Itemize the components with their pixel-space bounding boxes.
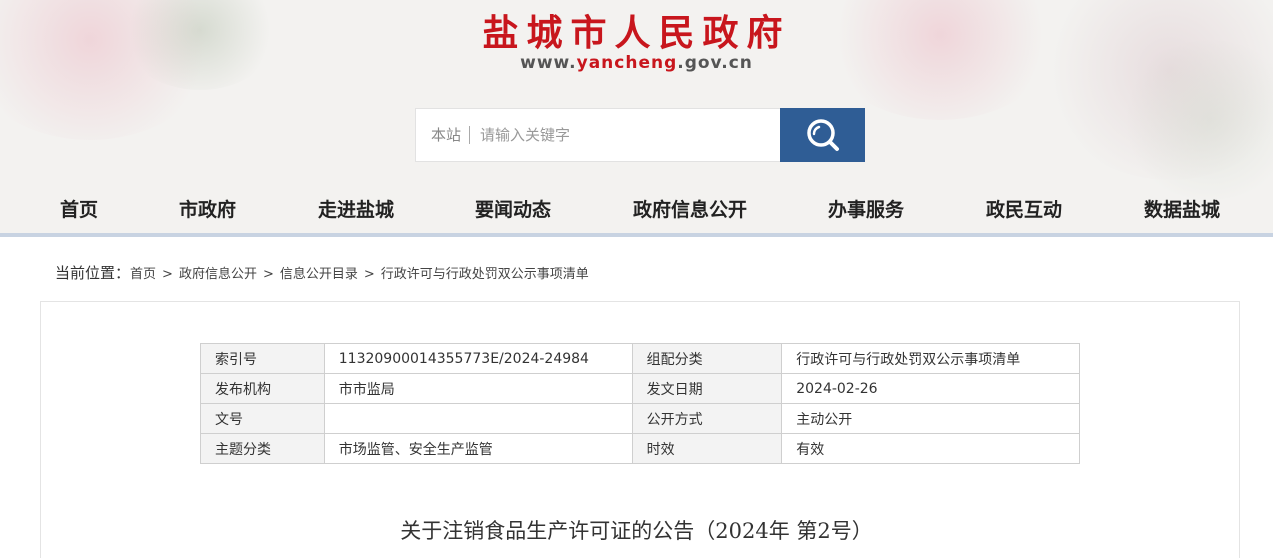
- breadcrumb-item[interactable]: 政府信息公开: [179, 267, 257, 282]
- breadcrumb: 当前位置：首页 > 政府信息公开 > 信息公开目录 > 行政许可与行政处罚双公示事项清单: [55, 262, 589, 283]
- main-nav: 首页 市政府 走进盐城 要闻动态 政府信息公开 办事服务 政民互动 数据盐城: [0, 183, 1273, 233]
- table-row: 主题分类 市场监管、安全生产监管 时效 有效: [200, 433, 1080, 464]
- breadcrumb-item[interactable]: 首页: [130, 267, 156, 282]
- breadcrumb-separator: >: [262, 267, 274, 282]
- meta-key: 发布机构: [200, 373, 325, 404]
- meta-value: 2024-02-26: [781, 373, 1080, 404]
- nav-item-home[interactable]: 首页: [60, 195, 98, 222]
- meta-key: 组配分类: [631, 343, 783, 374]
- document-meta-table: 索引号 11320900014355773E/2024-24984 组配分类 行…: [200, 343, 1080, 464]
- search-scope[interactable]: 本站: [416, 126, 471, 144]
- search-input[interactable]: [480, 126, 741, 144]
- meta-value: 行政许可与行政处罚双公示事项清单: [781, 343, 1080, 374]
- nav-item-data-yancheng[interactable]: 数据盐城: [1144, 195, 1220, 222]
- url-suffix: .gov.cn: [677, 53, 753, 73]
- breadcrumb-item[interactable]: 信息公开目录: [280, 267, 358, 282]
- meta-key: 索引号: [200, 343, 325, 374]
- table-row: 发布机构 市市监局 发文日期 2024-02-26: [200, 373, 1080, 404]
- url-prefix: www.: [520, 53, 577, 73]
- breadcrumb-separator: >: [363, 267, 375, 282]
- meta-key: 公开方式: [631, 403, 783, 434]
- meta-value: 主动公开: [781, 403, 1080, 434]
- nav-item-info-disclosure[interactable]: 政府信息公开: [633, 195, 747, 222]
- meta-value: [323, 403, 633, 434]
- nav-item-interaction[interactable]: 政民互动: [986, 195, 1062, 222]
- site-title[interactable]: 盐城市人民政府: [0, 4, 1273, 56]
- meta-key: 主题分类: [200, 433, 325, 464]
- site-header: 盐城市人民政府 www.yancheng.gov.cn 本站 首页 市政府 走进…: [0, 0, 1273, 233]
- breadcrumb-item[interactable]: 行政许可与行政处罚双公示事项清单: [381, 267, 589, 282]
- site-url[interactable]: www.yancheng.gov.cn: [0, 53, 1273, 73]
- meta-value: 市场监管、安全生产监管: [323, 433, 633, 464]
- article-title: 关于注销食品生产许可证的公告（2024年 第2号）: [400, 519, 873, 543]
- search-box: 本站: [415, 108, 781, 162]
- nav-item-city-government[interactable]: 市政府: [179, 195, 236, 222]
- table-row: 文号 公开方式 主动公开: [200, 403, 1080, 434]
- breadcrumb-label: 当前位置：: [55, 264, 131, 282]
- meta-value: 有效: [781, 433, 1080, 464]
- nav-item-news[interactable]: 要闻动态: [475, 195, 551, 222]
- meta-key: 发文日期: [631, 373, 783, 404]
- nav-item-about-yancheng[interactable]: 走进盐城: [318, 195, 394, 222]
- url-brand: yancheng: [576, 53, 678, 73]
- meta-value: 11320900014355773E/2024-24984: [323, 343, 633, 374]
- search-button[interactable]: [780, 108, 865, 162]
- nav-divider: [0, 233, 1273, 237]
- meta-value: 市市监局: [323, 373, 633, 404]
- nav-item-services[interactable]: 办事服务: [828, 195, 904, 222]
- search-icon: [806, 119, 839, 151]
- meta-key: 文号: [200, 403, 325, 434]
- meta-key: 时效: [631, 433, 783, 464]
- breadcrumb-separator: >: [162, 267, 173, 282]
- table-row: 索引号 11320900014355773E/2024-24984 组配分类 行…: [200, 343, 1080, 374]
